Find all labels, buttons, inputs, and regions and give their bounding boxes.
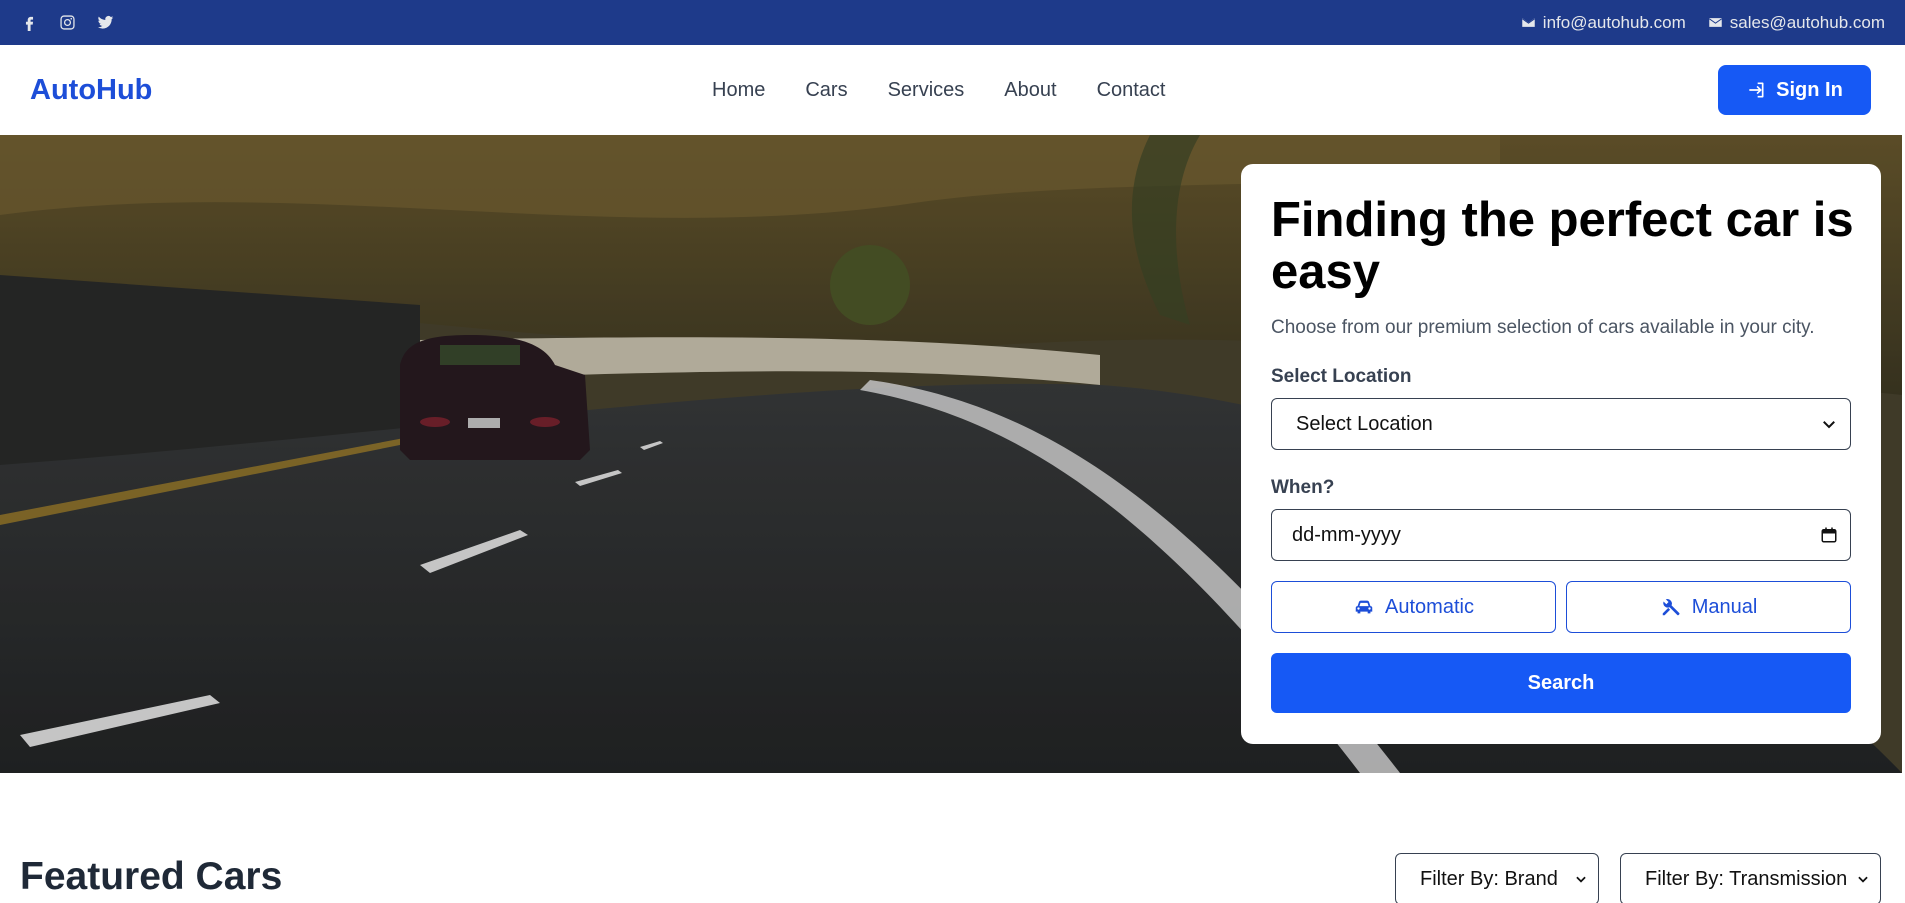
car-icon xyxy=(1355,600,1373,614)
tools-icon xyxy=(1662,599,1680,616)
sign-in-label: Sign In xyxy=(1776,78,1843,101)
brand-filter-value: Filter By: Brand xyxy=(1420,867,1558,890)
sales-email-text: sales@autohub.com xyxy=(1729,12,1885,32)
nav-contact[interactable]: Contact xyxy=(1097,79,1166,102)
info-email[interactable]: info@autohub.com xyxy=(1521,13,1686,33)
date-input-placeholder: dd-mm-yyyy xyxy=(1292,523,1401,546)
main-navbar: AutoHub Home Cars Services About Contact… xyxy=(0,45,1905,135)
mail-icon xyxy=(1708,18,1722,27)
nav-services[interactable]: Services xyxy=(888,79,965,102)
mail-icon xyxy=(1521,18,1535,27)
nav-home[interactable]: Home xyxy=(712,79,765,102)
search-button[interactable]: Search xyxy=(1271,653,1851,713)
brand-logo[interactable]: AutoHub xyxy=(30,74,152,107)
top-bar: info@autohub.com sales@autohub.com xyxy=(0,0,1905,45)
featured-cars-heading: Featured Cars xyxy=(20,855,283,898)
automatic-button[interactable]: Automatic xyxy=(1271,581,1556,633)
sign-in-icon xyxy=(1749,82,1764,98)
search-card: Finding the perfect car is easy Choose f… xyxy=(1241,164,1881,744)
sign-in-button[interactable]: Sign In xyxy=(1718,65,1871,115)
chevron-down-icon xyxy=(1858,876,1868,883)
nav-links: Home Cars Services About Contact xyxy=(712,79,1166,102)
manual-button[interactable]: Manual xyxy=(1566,581,1851,633)
when-label: When? xyxy=(1271,477,1335,498)
info-email-text: info@autohub.com xyxy=(1542,12,1686,32)
transmission-options: Automatic Manual xyxy=(1271,581,1851,633)
chevron-down-icon xyxy=(1823,421,1835,429)
chevron-down-icon xyxy=(1576,876,1586,883)
automatic-label: Automatic xyxy=(1385,595,1474,618)
location-select[interactable]: Select Location xyxy=(1271,398,1851,450)
contact-emails: info@autohub.com sales@autohub.com xyxy=(1521,13,1885,33)
hero-heading: Finding the perfect car is easy xyxy=(1271,193,1854,299)
instagram-icon[interactable] xyxy=(58,14,76,32)
location-select-value: Select Location xyxy=(1296,412,1433,435)
twitter-icon[interactable] xyxy=(96,14,114,32)
transmission-filter-value: Filter By: Transmission xyxy=(1645,867,1848,890)
location-label: Select Location xyxy=(1271,366,1412,387)
nav-cars[interactable]: Cars xyxy=(805,79,847,102)
manual-label: Manual xyxy=(1691,595,1758,618)
facebook-icon[interactable] xyxy=(20,14,38,32)
sales-email[interactable]: sales@autohub.com xyxy=(1708,13,1885,33)
transmission-filter-select[interactable]: Filter By: Transmission xyxy=(1620,853,1881,903)
social-links xyxy=(20,14,114,32)
brand-filter-select[interactable]: Filter By: Brand xyxy=(1395,853,1599,903)
date-input[interactable]: dd-mm-yyyy xyxy=(1271,509,1851,561)
hero-subtitle: Choose from our premium selection of car… xyxy=(1271,317,1815,338)
calendar-icon[interactable] xyxy=(1820,526,1838,544)
nav-about[interactable]: About xyxy=(1004,79,1056,102)
